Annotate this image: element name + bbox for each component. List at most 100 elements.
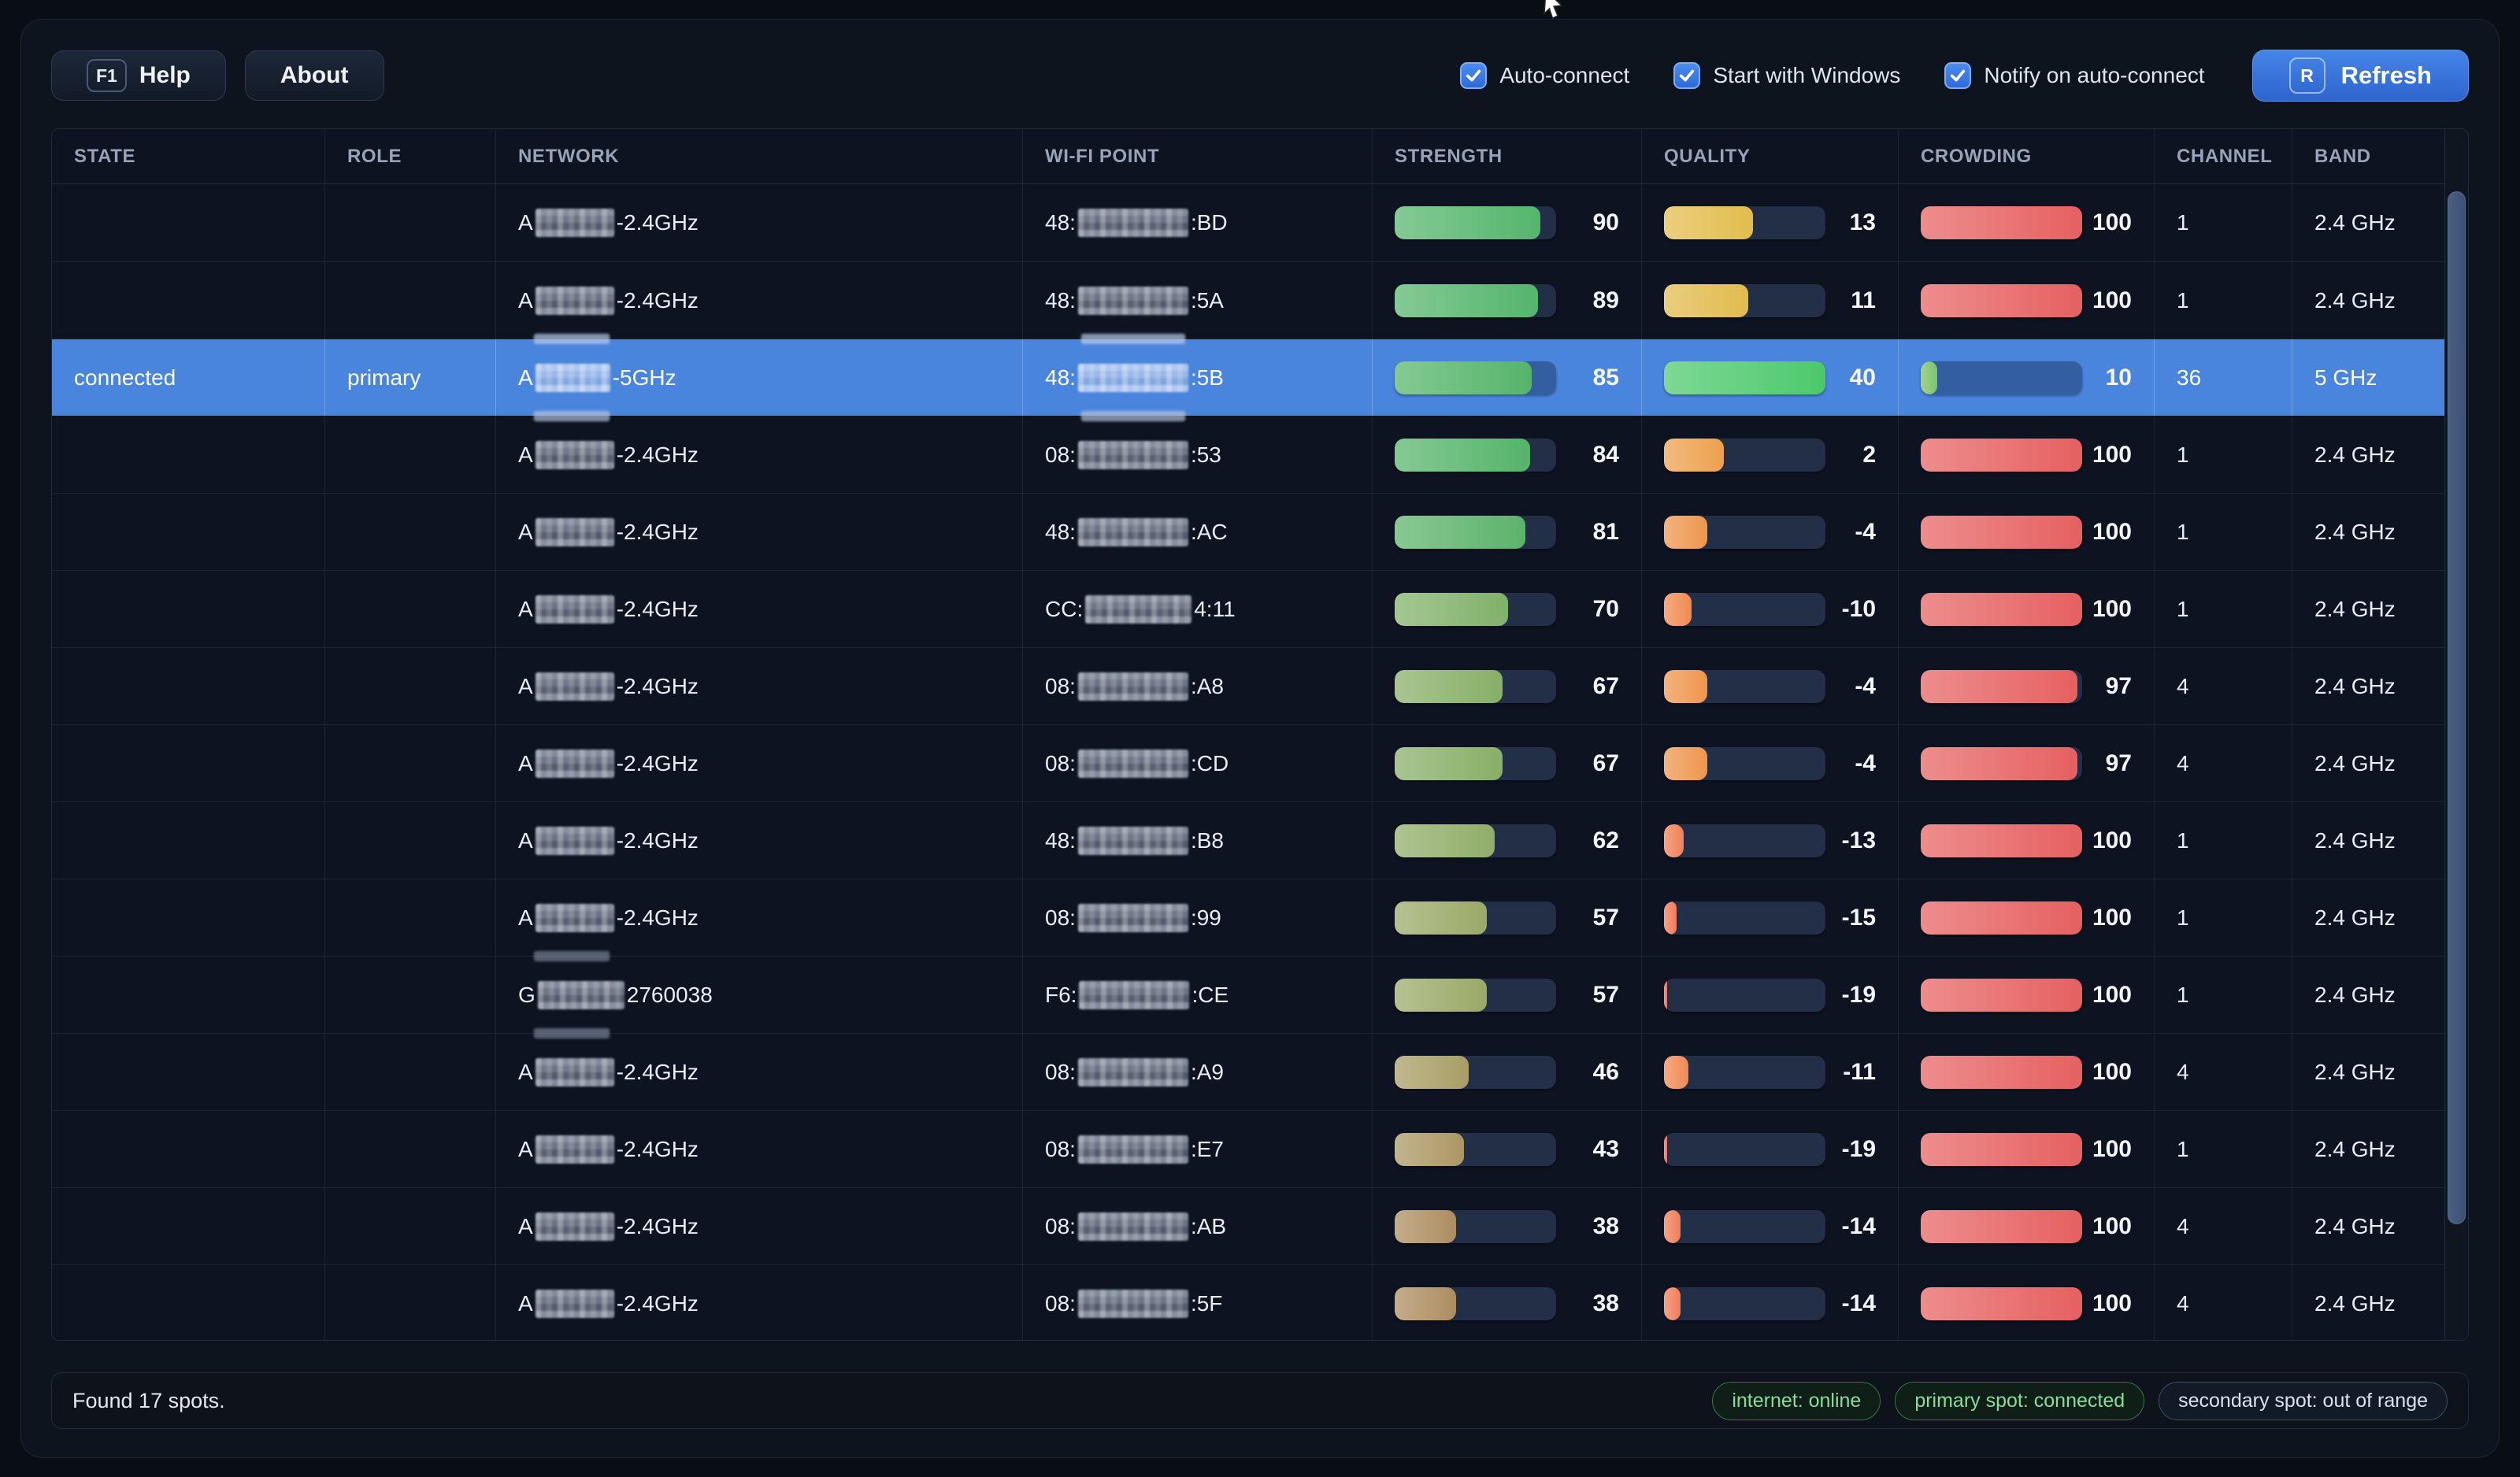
wifi-point: 08::A8 (1023, 648, 1373, 724)
quality-bar-fill (1664, 361, 1825, 394)
table-row[interactable]: connectedprimaryA-5GHz48::5B854010365 GH… (52, 339, 2468, 416)
crowding-bar-fill (1921, 1287, 2082, 1320)
quality-bar (1664, 670, 1825, 703)
checkbox-checked-icon (1460, 62, 1487, 89)
band-text: 2.4 GHz (2314, 674, 2396, 699)
table-row[interactable]: A-2.4GHz48::B862-1310012.4 GHz (52, 801, 2468, 879)
table-row[interactable]: A-2.4GHz08::5F38-1410042.4 GHz (52, 1264, 2468, 1341)
state-cell (52, 416, 325, 493)
quality-bar (1664, 1056, 1825, 1089)
column-header-state: STATE (52, 129, 325, 183)
wifi-point: 08::A9 (1023, 1034, 1373, 1110)
vertical-scrollbar-track[interactable] (2444, 129, 2468, 1340)
table-row[interactable]: A-2.4GHz08::5384210012.4 GHz (52, 416, 2468, 493)
state-cell (52, 802, 325, 879)
channel-text: 4 (2177, 1060, 2189, 1085)
band-cell: 2.4 GHz (2292, 1034, 2468, 1110)
channel-text: 4 (2177, 1214, 2189, 1239)
wifi-spots-table: STATEROLENETWORKWI-FI POINTSTRENGTHQUALI… (51, 128, 2469, 1341)
crowding-value: 100 (2082, 209, 2132, 236)
table-row[interactable]: A-2.4GHz48::BD901310012.4 GHz (52, 184, 2468, 261)
quality-bar-fill (1664, 1056, 1688, 1089)
band-cell: 2.4 GHz (2292, 879, 2468, 956)
quality-bar-fill (1664, 901, 1677, 935)
mouse-cursor-icon (1540, 0, 1567, 20)
crowding-cell: 100 (1899, 1111, 2155, 1187)
strength-cell: 67 (1373, 648, 1642, 724)
quality-bar (1664, 1287, 1825, 1320)
refresh-button[interactable]: R Refresh (2252, 50, 2469, 102)
state-text: connected (74, 365, 176, 391)
table-row[interactable]: A-2.4GHz08::9957-1510012.4 GHz (52, 879, 2468, 956)
table-row[interactable]: G2760038F6::CE57-1910012.4 GHz (52, 956, 2468, 1033)
table-header-row: STATEROLENETWORKWI-FI POINTSTRENGTHQUALI… (52, 129, 2468, 184)
column-header-quality: QUALITY (1642, 129, 1899, 183)
table-row[interactable]: A-2.4GHz08::CD67-49742.4 GHz (52, 724, 2468, 801)
crowding-bar (1921, 979, 2082, 1012)
role-cell (325, 184, 496, 261)
quality-bar-fill (1664, 670, 1707, 703)
strength-cell: 57 (1373, 879, 1642, 956)
quality-value: -19 (1825, 982, 1876, 1009)
band-text: 2.4 GHz (2314, 442, 2396, 468)
strength-value: 84 (1556, 442, 1619, 468)
strength-bar-fill (1395, 439, 1530, 472)
wifi-point-prefix: 08: (1045, 1291, 1076, 1316)
band-text: 2.4 GHz (2314, 1137, 2396, 1162)
quality-bar (1664, 1210, 1825, 1243)
table-row[interactable]: A-2.4GHzCC:4:1170-1010012.4 GHz (52, 570, 2468, 647)
table-row[interactable]: A-2.4GHz08::AB38-1410042.4 GHz (52, 1187, 2468, 1264)
column-header-role: ROLE (325, 129, 496, 183)
wifi-point-suffix: :AC (1191, 520, 1228, 545)
status-badge-primary-spot: primary spot: connected (1895, 1382, 2144, 1420)
crowding-value: 100 (2082, 1213, 2132, 1240)
network: A-2.4GHz (496, 879, 1023, 956)
quality-value: -4 (1825, 673, 1876, 700)
channel-cell: 36 (2155, 339, 2292, 416)
state-cell (52, 1188, 325, 1264)
channel-text: 4 (2177, 1291, 2189, 1316)
vertical-scrollbar-thumb[interactable] (2448, 191, 2466, 1224)
quality-cell: -4 (1642, 494, 1899, 570)
band-text: 2.4 GHz (2314, 597, 2396, 622)
network: A-2.4GHz (496, 494, 1023, 570)
toolbar: F1 Help About Auto-connect Start with Win… (51, 50, 2469, 102)
table-row[interactable]: A-2.4GHz08::A867-49742.4 GHz (52, 647, 2468, 724)
role-cell (325, 1034, 496, 1110)
crowding-value: 100 (2082, 1290, 2132, 1317)
band-cell: 2.4 GHz (2292, 571, 2468, 647)
network-suffix: -2.4GHz (617, 674, 699, 699)
channel-cell: 1 (2155, 879, 2292, 956)
table-row[interactable]: A-2.4GHz48::AC81-410012.4 GHz (52, 493, 2468, 570)
about-button[interactable]: About (245, 50, 384, 101)
wifi-point-redacted (1078, 1135, 1188, 1164)
status-badge-secondary-spot: secondary spot: out of range (2159, 1382, 2448, 1420)
network-prefix: A (518, 751, 533, 776)
quality-bar-fill (1664, 284, 1748, 317)
wifi-point-suffix: :BD (1191, 210, 1228, 235)
wifi-point-prefix: 08: (1045, 905, 1076, 931)
checkbox-start-with-windows[interactable]: Start with Windows (1673, 62, 1900, 89)
checkbox-auto-connect[interactable]: Auto-connect (1460, 62, 1629, 89)
network-prefix: A (518, 210, 533, 235)
help-button[interactable]: F1 Help (51, 50, 226, 101)
table-row[interactable]: A-2.4GHz08::E743-1910012.4 GHz (52, 1110, 2468, 1187)
strength-bar (1395, 206, 1556, 239)
wifi-point-redacted (1078, 904, 1188, 932)
wifi-point-prefix: 08: (1045, 1214, 1076, 1239)
wifi-point-prefix: 08: (1045, 1060, 1076, 1085)
band-cell: 2.4 GHz (2292, 416, 2468, 493)
crowding-bar (1921, 361, 2082, 394)
checkbox-notify-on-auto-connect[interactable]: Notify on auto-connect (1944, 62, 2204, 89)
help-button-label: Help (139, 62, 191, 89)
strength-value: 67 (1556, 750, 1619, 777)
table-row[interactable]: A-2.4GHz08::A946-1110042.4 GHz (52, 1033, 2468, 1110)
crowding-bar-fill (1921, 901, 2082, 935)
network: A-2.4GHz (496, 1188, 1023, 1264)
wifi-point-redacted (1078, 364, 1188, 392)
r-key-badge: R (2289, 57, 2325, 94)
strength-bar-fill (1395, 1133, 1464, 1166)
channel-text: 1 (2177, 520, 2189, 545)
channel-cell: 1 (2155, 494, 2292, 570)
table-row[interactable]: A-2.4GHz48::5A891110012.4 GHz (52, 261, 2468, 339)
